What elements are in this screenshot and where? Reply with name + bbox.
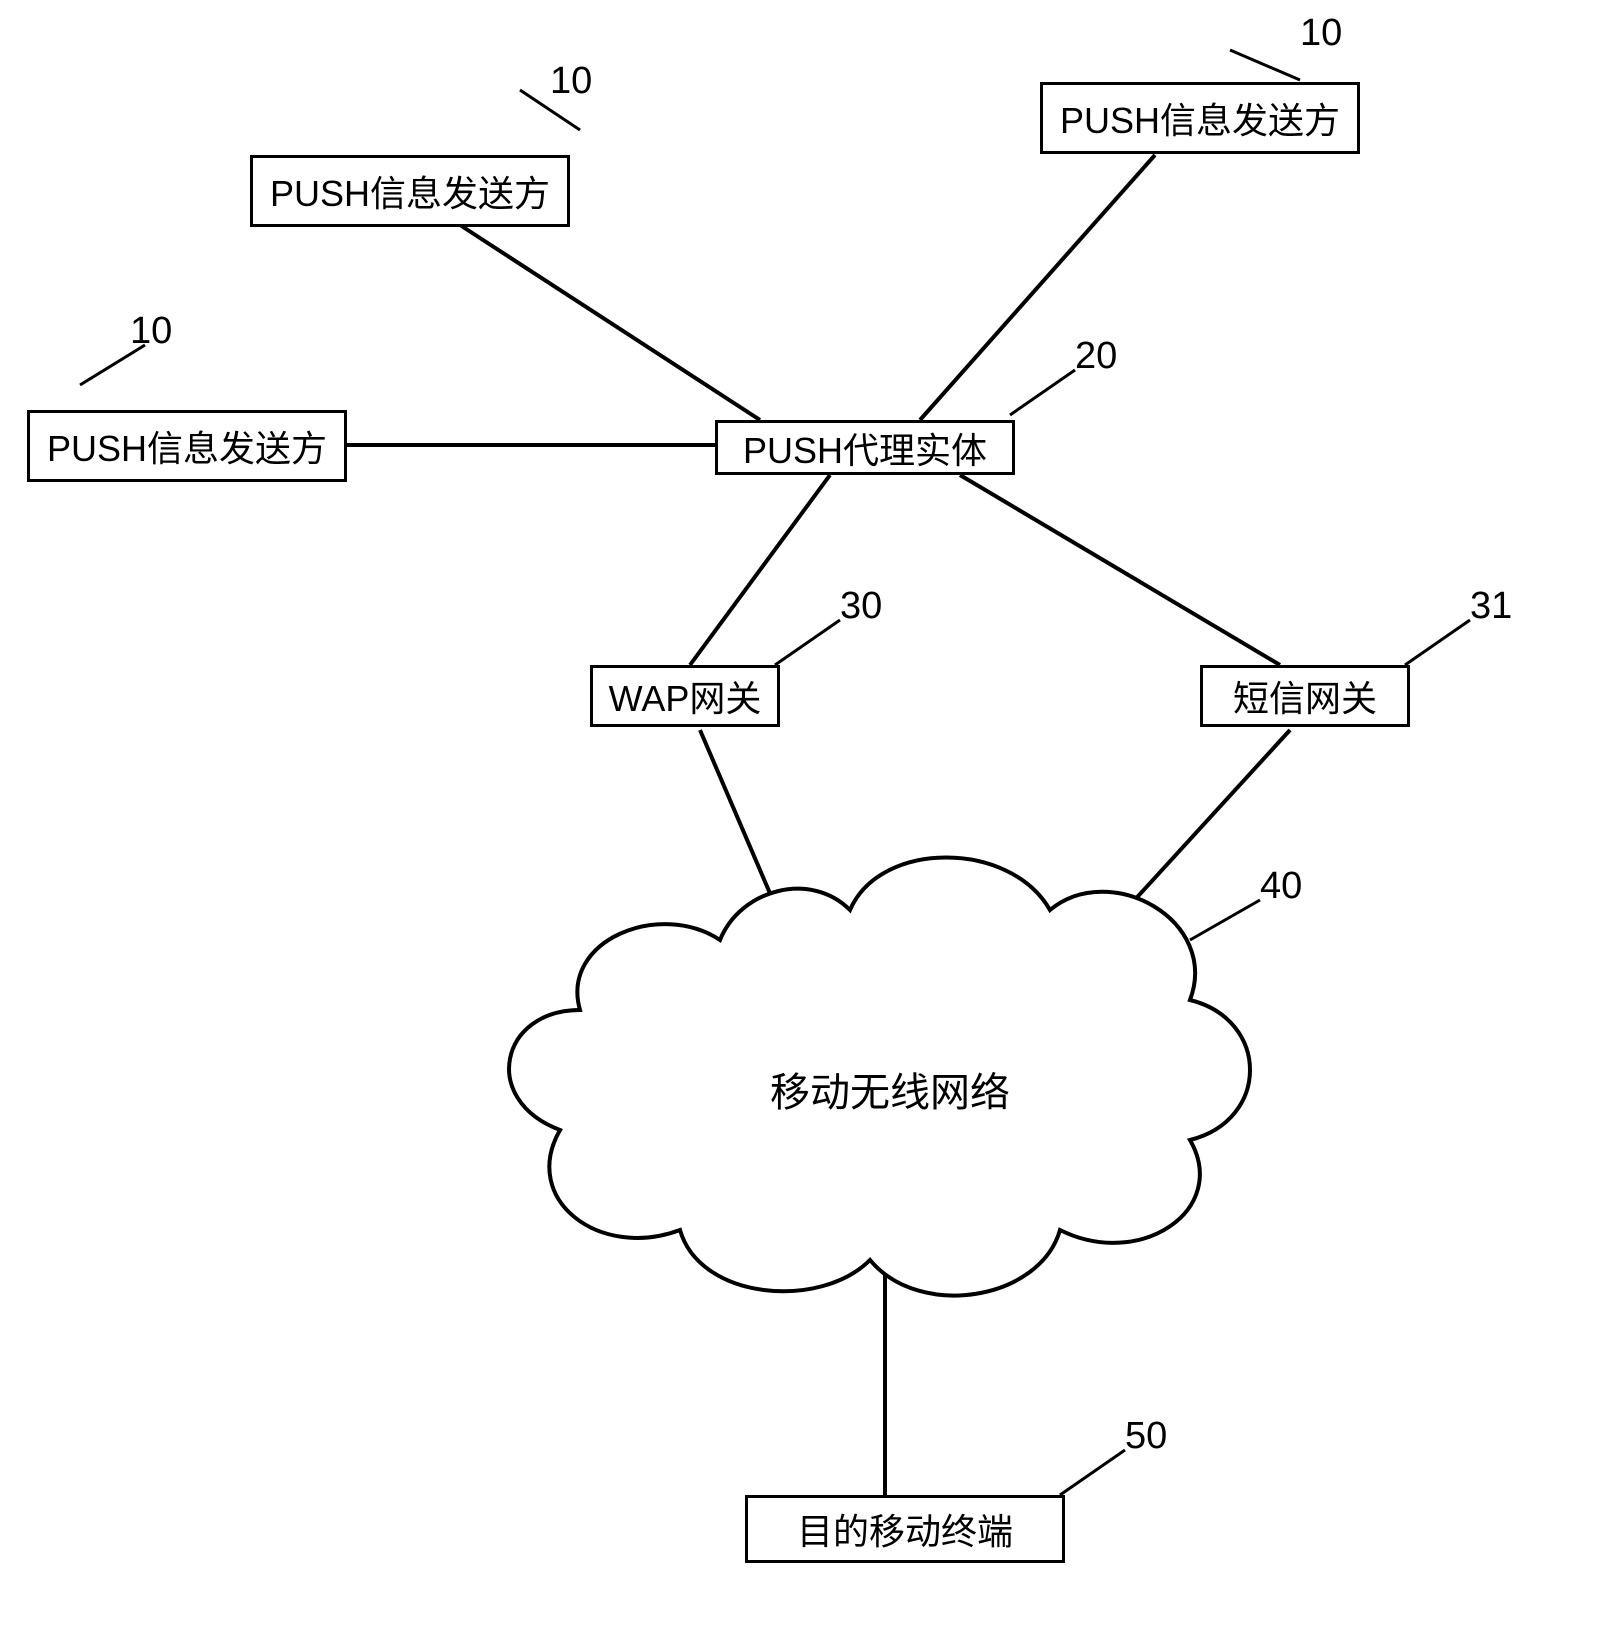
push-proxy-node: PUSH代理实体 — [715, 420, 1015, 475]
push-proxy-ref: 20 — [1075, 335, 1117, 378]
sms-gateway-label: 短信网关 — [1233, 670, 1377, 722]
push-sender-node-3: PUSH信息发送方 — [27, 410, 347, 482]
push-sender-3-ref: 10 — [130, 310, 172, 353]
push-sender-2-ref: 10 — [1300, 12, 1342, 55]
diagram-lines — [0, 0, 1622, 1633]
wap-gateway-ref: 30 — [840, 585, 882, 628]
push-sender-2-label: PUSH信息发送方 — [1060, 92, 1340, 144]
sms-gateway-ref: 31 — [1470, 585, 1512, 628]
push-sender-node-1: PUSH信息发送方 — [250, 155, 570, 227]
sms-gateway-node: 短信网关 — [1200, 665, 1410, 727]
mobile-network-cloud-ref: 40 — [1260, 865, 1302, 908]
mobile-terminal-ref: 50 — [1125, 1415, 1167, 1458]
wap-gateway-node: WAP网关 — [590, 665, 780, 727]
mobile-network-cloud-label: 移动无线网络 — [770, 1060, 1010, 1118]
push-sender-1-label: PUSH信息发送方 — [270, 165, 550, 217]
push-sender-3-label: PUSH信息发送方 — [47, 420, 327, 472]
mobile-terminal-node: 目的移动终端 — [745, 1495, 1065, 1563]
mobile-terminal-label: 目的移动终端 — [797, 1503, 1013, 1555]
wap-gateway-label: WAP网关 — [609, 670, 762, 722]
push-sender-node-2: PUSH信息发送方 — [1040, 82, 1360, 154]
push-sender-1-ref: 10 — [550, 60, 592, 103]
push-proxy-label: PUSH代理实体 — [743, 422, 987, 474]
